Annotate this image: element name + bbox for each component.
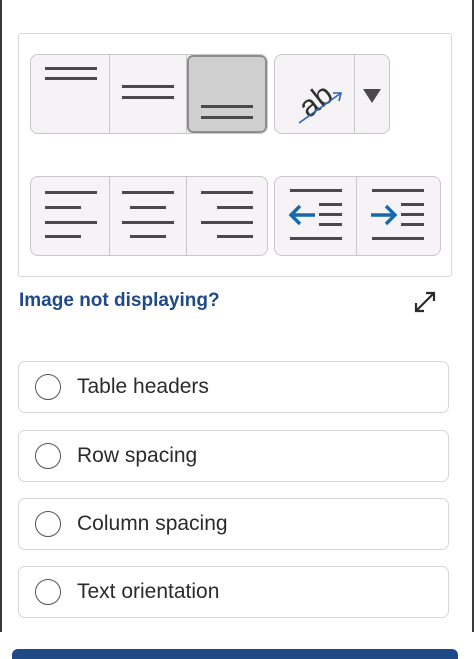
option-label: Column spacing (77, 512, 228, 535)
text-orientation-button: ab (275, 55, 355, 133)
horizontal-alignment-group (30, 176, 268, 256)
radio-button[interactable] (35, 374, 61, 400)
align-middle-button (110, 55, 187, 133)
align-top-button (31, 55, 110, 133)
expand-button[interactable] (412, 289, 438, 315)
radio-button[interactable] (35, 579, 61, 605)
text-orientation-icon: ab (293, 78, 343, 125)
text-orientation-group: ab (274, 54, 390, 134)
image-not-displaying-link[interactable]: Image not displaying? (19, 290, 220, 312)
arrow-left-icon (288, 204, 315, 226)
arrow-right-icon (371, 204, 398, 226)
radio-button[interactable] (35, 511, 61, 537)
option-row-spacing[interactable]: Row spacing (18, 430, 449, 482)
option-table-headers[interactable]: Table headers (18, 361, 449, 413)
align-left-button (31, 177, 110, 255)
increase-indent-button (357, 177, 440, 255)
option-column-spacing[interactable]: Column spacing (18, 498, 449, 550)
question-image: ab (18, 33, 452, 277)
orientation-dropdown-button (355, 55, 389, 133)
decrease-indent-button (275, 177, 357, 255)
option-text-orientation[interactable]: Text orientation (18, 566, 449, 618)
svg-text:ab: ab (293, 78, 340, 125)
align-right-button (187, 177, 267, 255)
option-label: Text orientation (77, 580, 220, 603)
vertical-alignment-group (30, 54, 268, 134)
option-label: Row spacing (77, 444, 198, 467)
indent-group (274, 176, 441, 256)
align-center-button (110, 177, 187, 255)
left-border (0, 0, 2, 632)
option-label: Table headers (77, 375, 209, 398)
expand-icon (414, 291, 436, 313)
align-bottom-button (187, 55, 267, 133)
chevron-down-icon (363, 89, 381, 103)
radio-button[interactable] (35, 443, 61, 469)
submit-button-edge[interactable] (12, 649, 458, 659)
